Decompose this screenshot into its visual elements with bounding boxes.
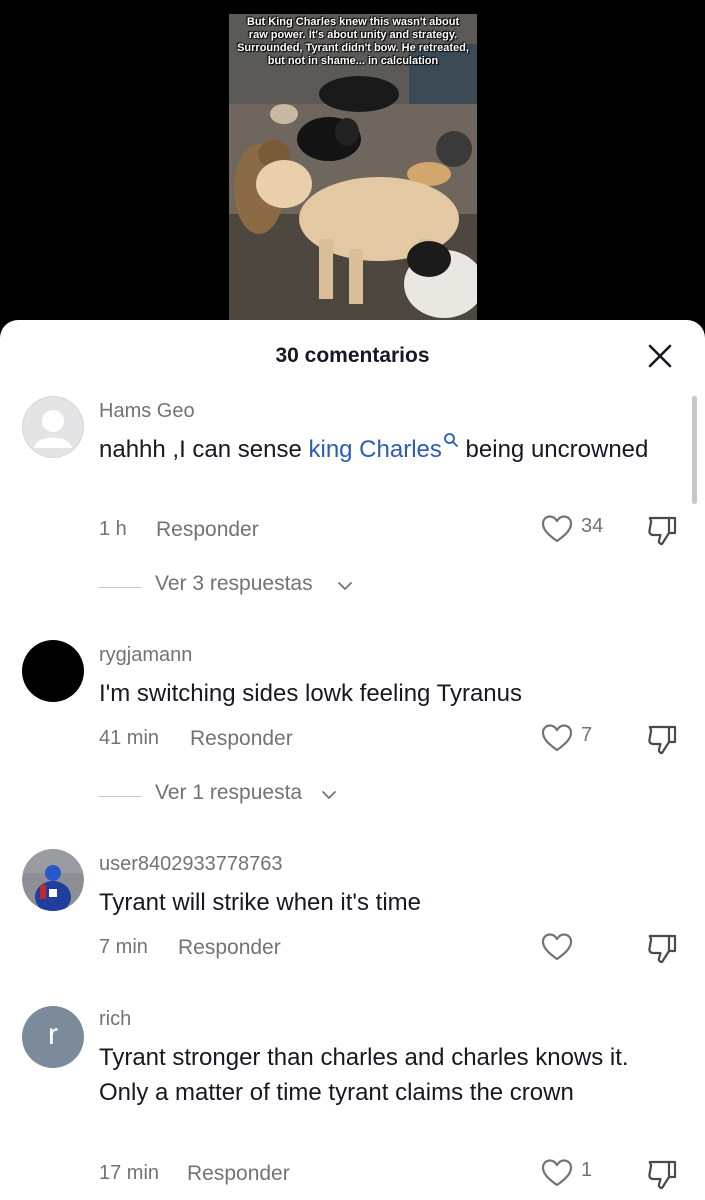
default-avatar-icon <box>22 396 84 458</box>
thumbs-down-icon <box>648 934 677 964</box>
divider <box>99 587 141 588</box>
search-link-label: king Charles <box>308 436 442 463</box>
comment-username[interactable]: user8402933778763 <box>99 853 283 876</box>
heart-icon <box>541 724 573 752</box>
caption-line: Surrounded, Tyrant didn't bow. He retrea… <box>237 42 469 54</box>
caption-line: But King Charles knew this wasn't about <box>246 16 460 28</box>
video-area[interactable]: But King Charles knew this wasn't about … <box>0 0 705 340</box>
reply-button[interactable]: Responder <box>190 727 293 751</box>
comment-username[interactable]: rygjamann <box>99 644 192 667</box>
reply-button[interactable]: Responder <box>178 936 281 960</box>
like-count: 1 <box>581 1159 593 1181</box>
thumbs-down-icon <box>648 1160 677 1190</box>
avatar[interactable]: r <box>22 1006 84 1068</box>
chevron-down-icon <box>338 582 352 590</box>
comment-time: 7 min <box>99 936 148 958</box>
comments-sheet: 30 comentarios Hams Geo nahhh ,I can sen… <box>0 320 705 1200</box>
video-caption: But King Charles knew this wasn't about … <box>229 14 477 68</box>
dislike-button[interactable] <box>645 514 679 548</box>
user-photo-avatar <box>22 849 84 911</box>
caption-line: but not in shame... in calculation <box>267 55 439 67</box>
view-replies-label: Ver 3 respuestas <box>155 572 313 595</box>
caption-line: raw power. It's about unity and strategy… <box>248 29 458 41</box>
heart-icon <box>541 933 573 961</box>
avatar-letter: r <box>48 1018 58 1051</box>
comment-text: nahhh ,I can sense king Charles being un… <box>99 432 684 467</box>
comments-header: 30 comentarios <box>0 320 705 392</box>
view-replies-button[interactable]: Ver 1 respuesta <box>99 781 359 811</box>
like-button[interactable]: 1 <box>541 1156 611 1190</box>
comment-time: 41 min <box>99 727 160 749</box>
comment-username[interactable]: rich <box>99 1008 131 1031</box>
reply-button[interactable]: Responder <box>156 518 259 542</box>
comment-text: Tyrant stronger than charles and charles… <box>99 1044 629 1106</box>
comment-text-part: nahhh ,I can sense <box>99 436 309 463</box>
divider <box>99 796 141 797</box>
heart-icon <box>541 515 573 543</box>
close-button[interactable] <box>644 340 676 372</box>
dislike-button[interactable] <box>645 723 679 757</box>
heart-icon <box>541 1159 573 1187</box>
view-replies-label: Ver 1 respuesta <box>155 781 303 804</box>
scrollbar[interactable] <box>692 396 697 504</box>
search-link[interactable]: king Charles <box>308 433 458 463</box>
avatar[interactable] <box>22 849 84 911</box>
comment-text-part: being uncrowned <box>458 436 649 463</box>
view-replies-button[interactable]: Ver 3 respuestas <box>99 572 379 602</box>
like-button[interactable]: 7 <box>541 721 611 755</box>
reply-button[interactable]: Responder <box>187 1162 290 1186</box>
like-button[interactable]: 34 <box>541 512 611 546</box>
comments-count-title: 30 comentarios <box>275 344 430 367</box>
comment-username[interactable]: Hams Geo <box>99 400 195 423</box>
comment-text: I'm switching sides lowk feeling Tyranus <box>99 680 522 707</box>
thumbs-down-icon <box>648 516 677 546</box>
comment-time: 1 h <box>99 518 127 540</box>
like-count: 34 <box>581 515 604 537</box>
thumbs-down-icon <box>648 725 677 755</box>
comment-time: 17 min <box>99 1162 160 1184</box>
avatar[interactable] <box>22 640 84 702</box>
dislike-button[interactable] <box>645 932 679 966</box>
comment-text: Tyrant will strike when it's time <box>99 889 421 916</box>
like-count: 7 <box>581 724 593 746</box>
like-button[interactable] <box>541 930 611 964</box>
avatar[interactable] <box>22 396 84 458</box>
dislike-button[interactable] <box>645 1158 679 1192</box>
video-frame[interactable]: But King Charles knew this wasn't about … <box>229 14 477 320</box>
close-icon <box>648 344 672 368</box>
search-icon <box>443 433 458 447</box>
chevron-down-icon <box>322 791 336 799</box>
